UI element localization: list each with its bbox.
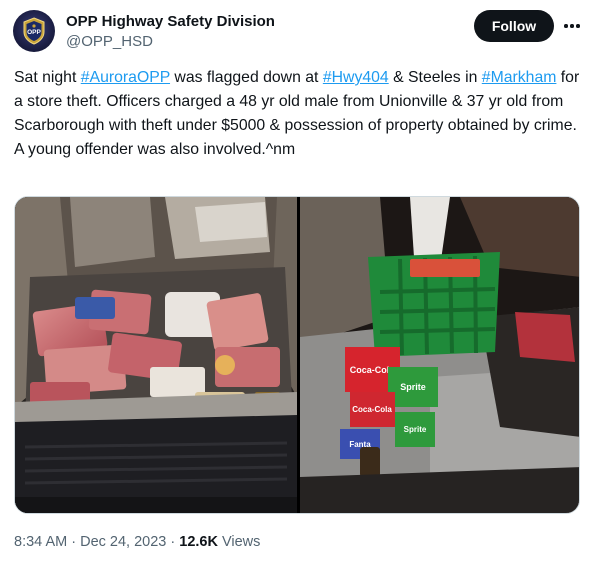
views-count[interactable]: 12.6K [179, 534, 218, 550]
can-label-sprite-2: Sprite [404, 425, 427, 434]
tweet-time[interactable]: 8:34 AM [14, 534, 67, 550]
follow-button[interactable]: Follow [474, 10, 554, 42]
tweet-meta: 8:34 AM · Dec 24, 2023 · 12.6K Views [14, 534, 260, 550]
account-name[interactable]: OPP Highway Safety Division [66, 13, 275, 30]
account-handle[interactable]: @OPP_HSD [66, 33, 153, 50]
hashtag-link[interactable]: #Hwy404 [323, 69, 389, 86]
media-grid: Coca-Cola Sprite Sprite Coca-Cola Fanta [14, 196, 580, 514]
avatar[interactable]: OPP [13, 10, 55, 52]
meta-separator: · [67, 534, 81, 550]
ellipsis-icon[interactable] [560, 14, 584, 38]
can-label-sprite-1: Sprite [400, 382, 426, 392]
views-label: Views [217, 534, 261, 550]
avatar-badge-text: OPP [27, 29, 41, 36]
tweet-text-segment: Sat night [14, 69, 81, 86]
photo-car-backseat[interactable]: Coca-Cola Sprite Sprite Coca-Cola Fanta [300, 197, 579, 513]
hashtag-link[interactable]: #AuroraOPP [81, 69, 170, 86]
meta-separator-2: · [166, 534, 180, 550]
tweet-text: Sat night #AuroraOPP was flagged down at… [14, 66, 580, 162]
hashtag-link[interactable]: #Markham [482, 69, 557, 86]
photo-car-trunk[interactable] [15, 197, 297, 513]
tweet-text-segment: & Steeles in [388, 69, 482, 86]
can-label-coke-2: Coca-Cola [352, 405, 392, 414]
tweet-text-segment: was flagged down at [170, 69, 323, 86]
opp-badge-icon: OPP [23, 17, 45, 45]
tweet-date[interactable]: Dec 24, 2023 [80, 534, 166, 550]
tweet: OPP OPP Highway Safety Division @OPP_HSD… [0, 0, 592, 561]
